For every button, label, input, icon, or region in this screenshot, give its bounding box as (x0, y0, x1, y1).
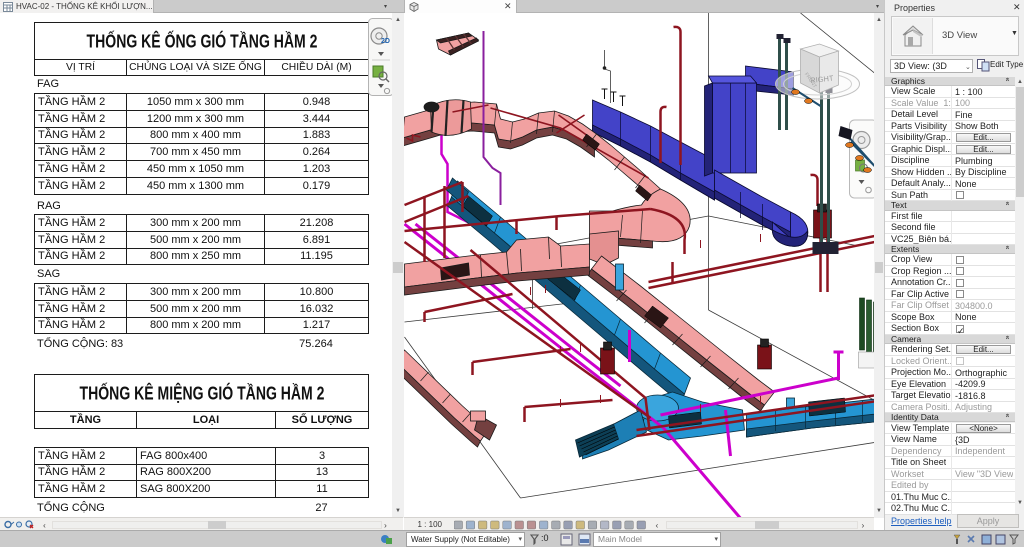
svg-text:2D: 2D (381, 38, 390, 45)
